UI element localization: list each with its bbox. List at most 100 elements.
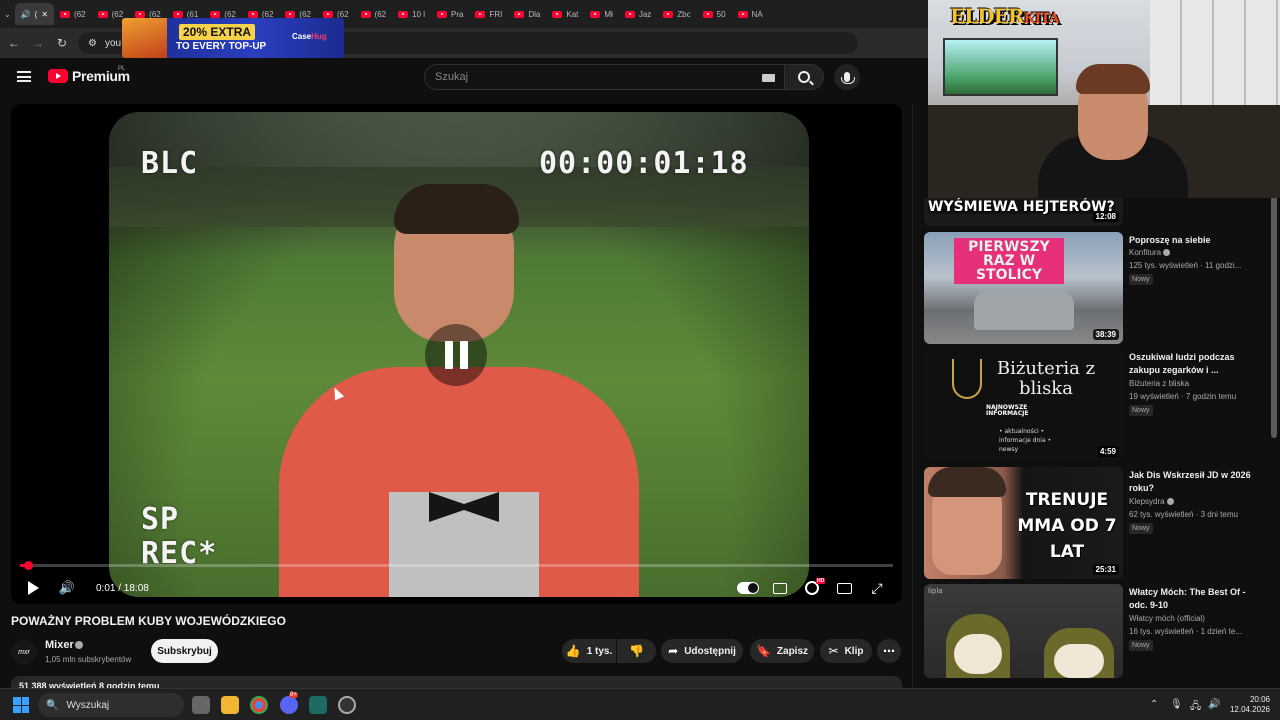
youtube-favicon-icon <box>663 10 674 18</box>
taskbar-search[interactable]: 🔍 Wyszukaj <box>38 693 184 717</box>
new-badge: Nowy <box>1129 523 1153 534</box>
tab-label: Dla <box>528 9 541 19</box>
youtube-premium-logo[interactable]: Premium PL <box>48 66 130 84</box>
clip-button[interactable]: ✂ Klip <box>820 639 872 663</box>
discord-icon[interactable]: 9+ <box>280 692 298 714</box>
necklace-image <box>952 359 982 399</box>
network-icon[interactable]: 🖧 <box>1190 699 1201 716</box>
subtitles-button[interactable] <box>770 576 790 600</box>
settings-button[interactable]: HD <box>802 576 826 600</box>
close-tab-icon[interactable]: ✕ <box>41 10 48 19</box>
tab-label: (62 <box>74 9 86 19</box>
browser-tab[interactable]: Jaz <box>619 3 657 25</box>
video-thumbnail[interactable]: WYŚMIEWA HEJTERÓW? 12:08 <box>924 198 1123 226</box>
video-thumbnail[interactable]: PIERWSZY RAZ W STOLICY 38:39 <box>924 232 1123 344</box>
recommendation-channel[interactable]: Biżuteria z bliska <box>1129 379 1189 388</box>
microphone-tray-icon[interactable]: 🎙 <box>1170 699 1183 710</box>
like-button[interactable]: 👍 1 tys. <box>562 639 616 663</box>
obs-icon[interactable] <box>338 696 356 714</box>
chrome-icon[interactable] <box>250 696 268 714</box>
subscribe-button[interactable]: Subskrybuj <box>151 639 218 663</box>
scrubber-handle[interactable] <box>24 561 33 570</box>
video-thumbnail[interactable]: lipla <box>924 584 1123 678</box>
clock[interactable]: 20:06 12.04.2026 <box>1230 695 1270 715</box>
browser-tab[interactable]: Mł <box>584 3 618 25</box>
center-pause-button[interactable] <box>425 324 487 386</box>
recommendation-item[interactable]: TRENUJE MMA OD 7 LAT 25:31 Jak Dis Wskrz… <box>924 467 1264 579</box>
browser-tab[interactable]: FRI <box>469 3 508 25</box>
tab-list-button[interactable]: ⌄ <box>0 3 15 25</box>
back-button[interactable]: ← <box>6 35 22 51</box>
browser-tab[interactable]: Pra <box>431 3 469 25</box>
youtube-header: Premium PL Szukaj <box>0 58 910 98</box>
recommendation-channel[interactable]: Włatcy móch (official) <box>1129 614 1205 623</box>
browser-tab[interactable]: Kat <box>546 3 584 25</box>
share-button[interactable]: ➦ Udostępnij <box>661 639 743 663</box>
voice-search-button[interactable] <box>834 64 860 90</box>
terminal-app-icon[interactable] <box>309 696 327 714</box>
ad-banner[interactable]: 20% EXTRA TO EVERY TOP-UP CaseHug <box>122 18 344 58</box>
save-button[interactable]: 🔖 Zapisz <box>750 639 814 663</box>
browser-tab[interactable]: (62 <box>54 3 92 25</box>
dislike-button[interactable]: 👎 <box>617 639 656 663</box>
browser-tab[interactable]: (62 <box>355 3 393 25</box>
video-thumbnail[interactable]: Biżuteria z bliska NAJNOWSZE INFORMACJE … <box>924 349 1123 461</box>
browser-tab[interactable]: NA <box>732 3 769 25</box>
duration-badge: 12:08 <box>1092 211 1119 222</box>
recommendation-item[interactable]: Biżuteria z bliska NAJNOWSZE INFORMACJE … <box>924 349 1264 461</box>
channel-name[interactable]: Mixer <box>45 639 74 651</box>
volume-button[interactable]: 🔊 <box>56 576 78 600</box>
share-icon: ➦ <box>668 644 679 658</box>
progress-bar[interactable] <box>20 561 893 570</box>
browser-tab[interactable]: 50 <box>697 3 732 25</box>
browser-tab[interactable]: Dla <box>508 3 546 25</box>
browser-tab[interactable]: 10 l <box>392 3 431 25</box>
theater-mode-button[interactable] <box>834 576 854 600</box>
browser-tab[interactable]: Zbc <box>657 3 696 25</box>
browser-tab-active[interactable]: 🔊(✕ <box>14 3 55 25</box>
video-player[interactable]: BLC 00:00:01:18 SP REC* 🔊 0:01 / 18:08 H… <box>11 104 902 604</box>
autoplay-toggle[interactable] <box>736 576 760 600</box>
search-input[interactable]: Szukaj <box>424 64 786 90</box>
play-icon <box>27 581 39 595</box>
play-button[interactable] <box>23 576 43 600</box>
site-info-icon[interactable]: ⚙ <box>88 38 97 49</box>
recommendation-item[interactable]: WYŚMIEWA HEJTERÓW? 12:08 <box>924 198 1264 226</box>
youtube-favicon-icon <box>590 10 601 18</box>
recommendation-item[interactable]: lipla Włatcy Móch: The Best Of - odc. 9-… <box>924 584 1264 680</box>
verified-icon <box>75 641 83 649</box>
recommendation-channel[interactable]: Konfitura <box>1129 248 1171 257</box>
forward-button[interactable]: → <box>30 35 46 51</box>
hamburger-menu-icon[interactable] <box>17 71 31 82</box>
recommendation-title[interactable]: Jak Dis Wskrzesił JD w 2026 roku? <box>1129 469 1254 495</box>
reload-button[interactable]: ↻ <box>54 35 70 51</box>
youtube-favicon-icon <box>97 10 108 18</box>
recommendation-meta: 125 tys. wyświetleń · 11 godzi... <box>1129 261 1242 270</box>
recommendation-title[interactable]: Oszukiwał ludzi podczas zakupu zegarków … <box>1129 351 1254 377</box>
youtube-logo-icon <box>48 69 68 83</box>
car-shape <box>974 290 1074 330</box>
thumbs-down-icon: 👎 <box>629 644 644 658</box>
channel-avatar[interactable]: mxr <box>11 639 37 665</box>
keyboard-icon[interactable] <box>762 74 775 82</box>
search-button[interactable] <box>784 64 824 90</box>
more-actions-button[interactable]: ⋯ <box>877 639 901 663</box>
thumbnail-corner-logo: lipla <box>928 587 943 595</box>
recommendation-title[interactable]: Poproszę na siebie <box>1129 234 1254 247</box>
recommendation-channel[interactable]: Klepsydra <box>1129 497 1174 506</box>
recommendation-item[interactable]: PIERWSZY RAZ W STOLICY 38:39 Poproszę na… <box>924 232 1264 344</box>
fullscreen-button[interactable]: ⤢ <box>867 576 887 600</box>
cartoon-face <box>954 634 1002 674</box>
duration-badge: 25:31 <box>1092 564 1119 575</box>
osd-channel-label: BLC <box>141 146 199 181</box>
tray-overflow-icon[interactable]: ⌃ <box>1150 699 1158 710</box>
file-explorer-icon[interactable] <box>221 696 239 714</box>
recommendation-title[interactable]: Włatcy Móch: The Best Of - odc. 9-10 <box>1129 586 1254 612</box>
task-view-icon[interactable] <box>192 696 210 714</box>
video-thumbnail[interactable]: TRENUJE MMA OD 7 LAT 25:31 <box>924 467 1123 579</box>
verified-icon <box>1166 498 1174 506</box>
windows-start-icon[interactable] <box>13 697 29 713</box>
volume-tray-icon[interactable]: 🔊 <box>1208 699 1220 710</box>
video-title: POWAŻNY PROBLEM KUBY WOJEWÓDZKIEGO <box>11 614 286 628</box>
new-badge: Nowy <box>1129 274 1153 285</box>
